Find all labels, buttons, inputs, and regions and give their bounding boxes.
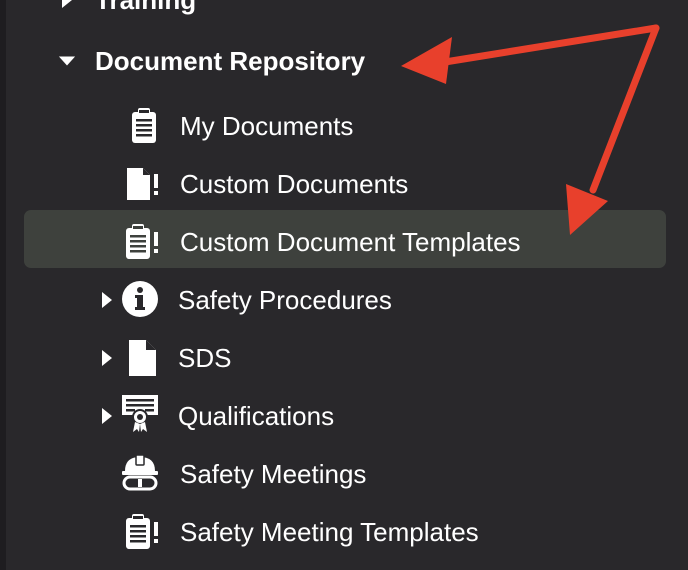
sidebar-item-custom-documents[interactable]: Custom Documents (0, 160, 688, 208)
clipboard-exclamation-icon (122, 512, 162, 552)
sidebar-item-label: Training (95, 0, 197, 15)
certificate-icon (120, 394, 160, 434)
file-icon (122, 338, 162, 378)
clipboard-exclamation-icon (122, 222, 162, 262)
caret-right-icon[interactable] (98, 349, 116, 367)
sidebar-item-safety-procedures[interactable]: Safety Procedures (0, 276, 688, 324)
caret-right-icon[interactable] (98, 407, 116, 425)
caret-right-icon[interactable] (58, 0, 76, 9)
info-circle-icon (120, 279, 160, 319)
sidebar-item-sds[interactable]: SDS (0, 334, 688, 382)
sidebar-item-label: Safety Meeting Templates (180, 517, 479, 547)
file-exclamation-icon (122, 164, 162, 204)
caret-down-icon[interactable] (58, 52, 76, 70)
sidebar-item-label: Document Repository (95, 46, 366, 76)
clipboard-list-icon (124, 106, 164, 146)
sidebar-item-label: Custom Documents (180, 169, 409, 199)
sidebar-item-safety-meeting-templates[interactable]: Safety Meeting Templates (0, 508, 688, 556)
sidebar-item-qualifications[interactable]: Qualifications (0, 392, 688, 440)
hard-hat-icon (120, 453, 160, 493)
sidebar-item-my-documents[interactable]: My Documents (0, 102, 688, 150)
sidebar-item-label: Safety Procedures (178, 285, 392, 315)
sidebar-item-training[interactable]: Training (0, 0, 688, 24)
sidebar-item-label: Custom Document Templates (180, 227, 521, 257)
sidebar-item-label: My Documents (180, 111, 354, 141)
sidebar-item-label: Safety Meetings (180, 459, 367, 489)
sidebar-item-custom-document-templates[interactable]: Custom Document Templates (0, 218, 688, 266)
caret-right-icon[interactable] (98, 291, 116, 309)
sidebar-item-document-repository[interactable]: Document Repository (0, 37, 688, 85)
sidebar-item-label: Qualifications (178, 401, 335, 431)
sidebar-item-label: SDS (178, 343, 232, 373)
sidebar-item-safety-meetings[interactable]: Safety Meetings (0, 450, 688, 498)
